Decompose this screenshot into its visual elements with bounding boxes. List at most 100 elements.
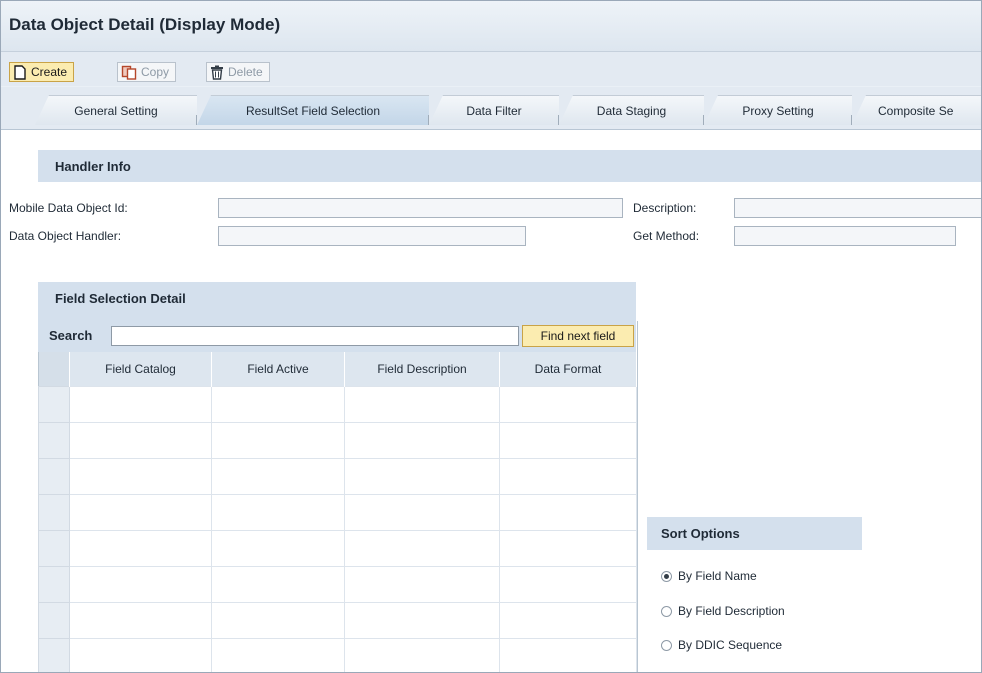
find-next-field-button[interactable]: Find next field [522, 325, 634, 347]
sort-by-field-description-option[interactable]: By Field Description [661, 604, 785, 618]
table-cell[interactable] [499, 638, 637, 672]
sort-option-label: By DDIC Sequence [678, 638, 783, 652]
radio-button[interactable] [661, 605, 672, 617]
table-cell[interactable] [211, 602, 345, 639]
table-cell[interactable] [69, 494, 212, 531]
description-field[interactable] [734, 198, 981, 218]
title-bar: Data Object Detail (Display Mode) [1, 1, 981, 52]
mobile-data-object-id-field[interactable] [218, 198, 623, 218]
tab-label: Data Staging [596, 103, 667, 118]
row-selector[interactable] [38, 602, 70, 639]
tab-composite-setting[interactable]: Composite Se [852, 95, 981, 125]
tab-content-area: Handler Info Mobile Data Object Id: Desc… [1, 130, 981, 672]
row-selector[interactable] [38, 530, 70, 567]
search-label: Search [49, 328, 93, 343]
column-header-field-active[interactable]: Field Active [211, 352, 345, 387]
sort-option-label: By Field Name [678, 569, 757, 583]
sort-options-header: Sort Options [647, 517, 862, 550]
table-row [38, 602, 637, 639]
delete-button[interactable]: Delete [206, 62, 270, 82]
table-cell[interactable] [69, 458, 212, 495]
delete-button-label: Delete [228, 65, 263, 79]
table-row [38, 494, 637, 531]
column-header-field-description[interactable]: Field Description [344, 352, 500, 387]
radio-button[interactable] [661, 639, 672, 651]
table-cell[interactable] [211, 494, 345, 531]
tab-label: ResultSet Field Selection [245, 103, 381, 118]
field-selection-header: Field Selection Detail [38, 282, 636, 320]
tab-label: General Setting [74, 103, 158, 118]
tab-general-setting[interactable]: General Setting [35, 95, 197, 125]
tab-resultset-field-selection[interactable]: ResultSet Field Selection [197, 95, 429, 125]
row-selector[interactable] [38, 566, 70, 603]
table-cell[interactable] [499, 386, 637, 423]
table-cell[interactable] [211, 638, 345, 672]
table-row [38, 386, 637, 423]
get-method-label: Get Method: [633, 229, 700, 243]
table-cell[interactable] [499, 494, 637, 531]
create-button[interactable]: Create [9, 62, 75, 82]
tab-label: Proxy Setting [742, 103, 814, 118]
copy-icon [121, 65, 137, 80]
sort-by-field-name-option[interactable]: By Field Name [661, 569, 757, 583]
trash-icon [211, 65, 223, 80]
table-cell[interactable] [344, 638, 500, 672]
table-cell[interactable] [211, 422, 345, 459]
table-cell[interactable] [344, 386, 500, 423]
table-cell[interactable] [344, 530, 500, 567]
table-cell[interactable] [344, 566, 500, 603]
table-cell[interactable] [211, 530, 345, 567]
get-method-field[interactable] [734, 226, 956, 246]
table-cell[interactable] [211, 386, 345, 423]
table-cell[interactable] [344, 494, 500, 531]
table-cell[interactable] [344, 458, 500, 495]
table-cell[interactable] [211, 458, 345, 495]
row-selector-header[interactable] [38, 352, 70, 387]
tab-label: Composite Se [878, 103, 954, 118]
radio-button-checked[interactable] [661, 570, 672, 582]
table-cell[interactable] [69, 638, 212, 672]
table-cell[interactable] [499, 530, 637, 567]
column-header-field-catalog[interactable]: Field Catalog [69, 352, 212, 387]
copy-button-label: Copy [141, 65, 170, 79]
tab-data-staging[interactable]: Data Staging [559, 95, 704, 125]
table-cell[interactable] [499, 602, 637, 639]
tab-label: Data Filter [466, 103, 522, 118]
tab-proxy-setting[interactable]: Proxy Setting [704, 95, 852, 125]
table-cell[interactable] [499, 566, 637, 603]
table-cell[interactable] [69, 530, 212, 567]
app-window: Data Object Detail (Display Mode) Create… [0, 0, 982, 673]
table-cell[interactable] [69, 422, 212, 459]
handler-info-header: Handler Info [38, 150, 981, 182]
table-cell[interactable] [69, 602, 212, 639]
table-cell[interactable] [499, 422, 637, 459]
row-selector[interactable] [38, 386, 70, 423]
field-selection-table: Field Catalog Field Active Field Descrip… [38, 352, 637, 672]
table-cell[interactable] [69, 386, 212, 423]
new-document-icon [14, 64, 26, 80]
data-object-handler-field[interactable] [218, 226, 526, 246]
sort-by-ddic-sequence-option[interactable]: By DDIC Sequence [661, 638, 782, 652]
toolbar: Create Copy Delete [1, 52, 981, 86]
copy-button[interactable]: Copy [117, 62, 177, 82]
description-label: Description: [633, 201, 697, 215]
table-cell[interactable] [344, 602, 500, 639]
row-selector[interactable] [38, 458, 70, 495]
table-row [38, 530, 637, 567]
search-row: Search Find next field [38, 320, 636, 352]
row-selector[interactable] [38, 494, 70, 531]
tab-data-filter[interactable]: Data Filter [429, 95, 559, 125]
table-cell[interactable] [499, 458, 637, 495]
search-input[interactable] [111, 326, 519, 346]
data-object-handler-label: Data Object Handler: [9, 229, 122, 243]
row-selector[interactable] [38, 422, 70, 459]
column-header-data-format[interactable]: Data Format [499, 352, 637, 387]
table-cell[interactable] [211, 566, 345, 603]
table-row [38, 422, 637, 459]
sort-option-label: By Field Description [678, 604, 785, 618]
page-title: Data Object Detail (Display Mode) [9, 15, 281, 34]
table-cell[interactable] [69, 566, 212, 603]
tab-strip: General Setting ResultSet Field Selectio… [1, 87, 981, 130]
table-cell[interactable] [344, 422, 500, 459]
row-selector[interactable] [38, 638, 70, 672]
